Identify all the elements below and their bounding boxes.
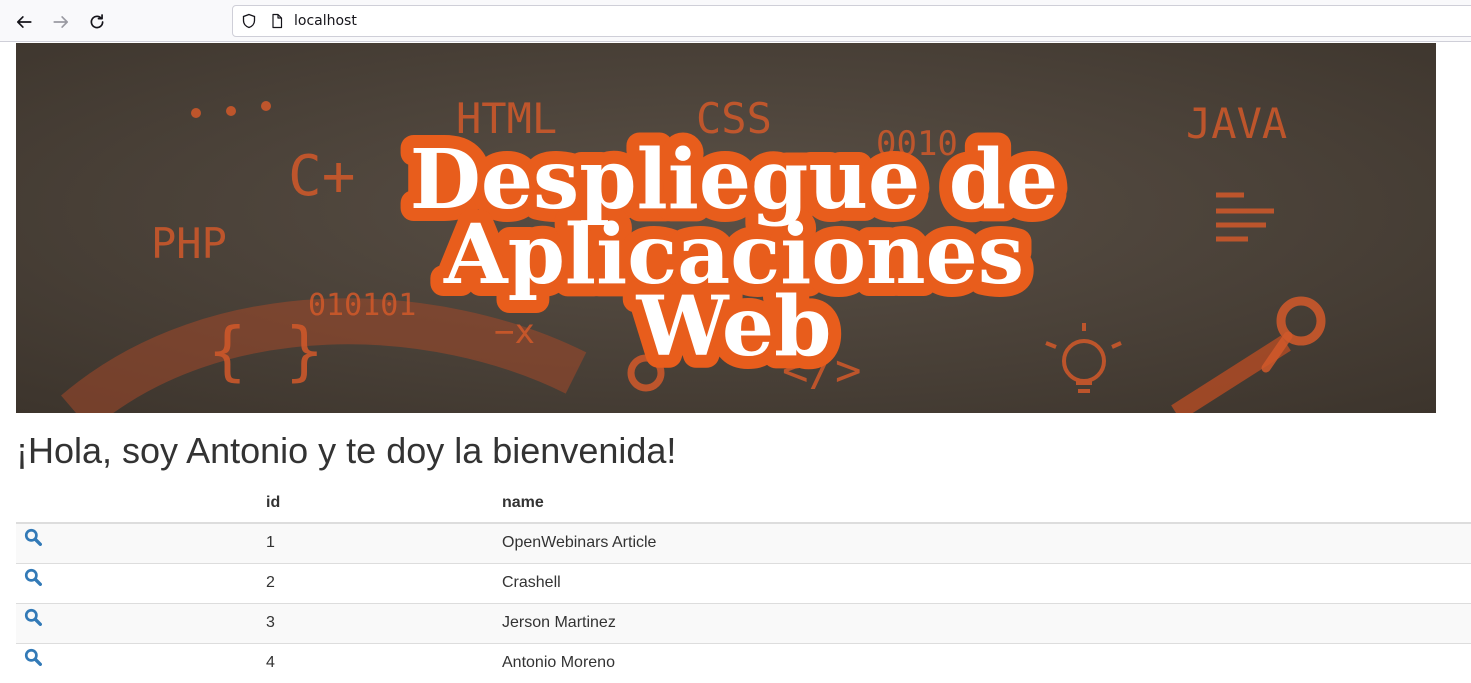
- table-row: 1 OpenWebinars Article: [16, 522, 1471, 563]
- table-header-row: id name: [16, 483, 1471, 524]
- row-id: 3: [258, 602, 494, 643]
- forward-arrow-icon: [53, 16, 69, 28]
- back-arrow-icon: [16, 16, 32, 28]
- url-text[interactable]: localhost: [294, 13, 357, 29]
- row-action-cell: [16, 522, 258, 563]
- column-header-name: name: [494, 483, 1471, 524]
- url-bar[interactable]: localhost: [232, 5, 1471, 37]
- banner-title-line3: Web: [636, 279, 832, 375]
- view-details-link[interactable]: [24, 568, 42, 590]
- view-details-link[interactable]: [24, 608, 42, 630]
- row-name: Crashell: [494, 562, 1471, 603]
- doodle-binary: 010101: [308, 288, 416, 323]
- table-row: 3 Jerson Martinez: [16, 602, 1471, 643]
- search-icon: [24, 648, 42, 666]
- forward-button[interactable]: [47, 8, 75, 36]
- row-action-cell: [16, 562, 258, 603]
- table-row: 2 Crashell: [16, 562, 1471, 603]
- row-name: Antonio Moreno: [494, 642, 1471, 683]
- doodle-php: PHP: [151, 219, 227, 268]
- reload-button[interactable]: [83, 8, 111, 36]
- table-row: 4 Antonio Moreno: [16, 642, 1471, 683]
- column-header-id: id: [258, 483, 494, 524]
- row-action-cell: [16, 602, 258, 643]
- row-name: OpenWebinars Article: [494, 522, 1471, 563]
- search-icon: [24, 568, 42, 586]
- column-header-action: [16, 483, 258, 524]
- banner-image: HTML CSS JAVA PHP C+ 010101 0010 </> { }…: [16, 43, 1436, 413]
- search-icon: [24, 528, 42, 546]
- data-table: id name 1 OpenWebinars Article 2 Crashel…: [16, 483, 1471, 683]
- doodle-braces: { }: [208, 315, 324, 389]
- shield-icon[interactable]: [241, 13, 257, 29]
- doodle-cplus: C+: [288, 144, 355, 209]
- search-icon: [24, 608, 42, 626]
- row-action-cell: [16, 642, 258, 683]
- doodle-minus-x: −x: [494, 312, 535, 352]
- back-button[interactable]: [10, 8, 38, 36]
- browser-toolbar: localhost: [0, 0, 1471, 42]
- view-details-link[interactable]: [24, 648, 42, 670]
- row-id: 1: [258, 522, 494, 563]
- page-title: ¡Hola, soy Antonio y te doy la bienvenid…: [16, 430, 677, 471]
- page-icon: [272, 13, 283, 29]
- row-id: 4: [258, 642, 494, 683]
- row-id: 2: [258, 562, 494, 603]
- reload-icon: [90, 14, 104, 29]
- row-name: Jerson Martinez: [494, 602, 1471, 643]
- view-details-link[interactable]: [24, 528, 42, 550]
- doodle-java: JAVA: [1186, 99, 1287, 148]
